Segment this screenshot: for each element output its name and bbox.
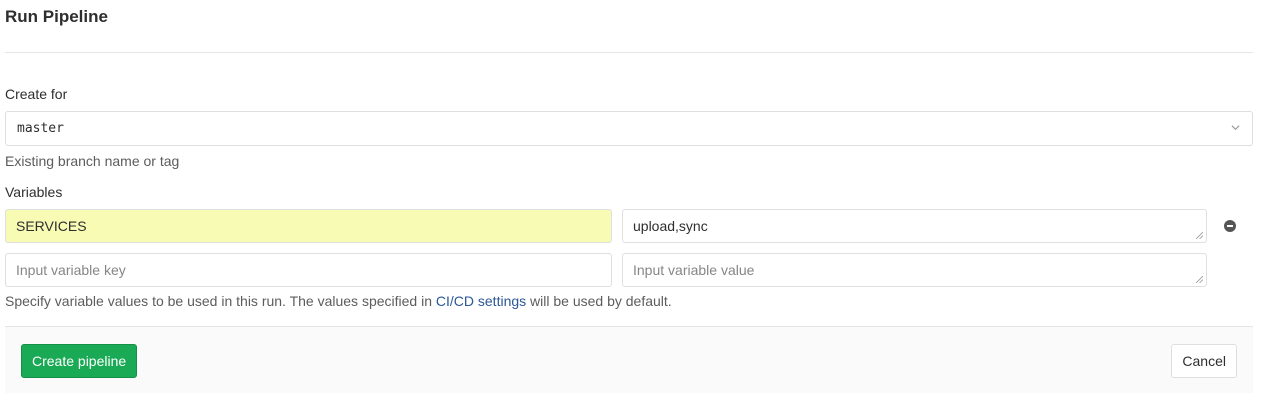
ref-dropdown[interactable]: master bbox=[5, 111, 1253, 146]
header-divider bbox=[5, 52, 1253, 53]
variable-key-input[interactable] bbox=[5, 209, 612, 243]
variables-help-text: Specify variable values to be used in th… bbox=[5, 293, 672, 309]
remove-variable-button[interactable] bbox=[1224, 220, 1236, 232]
cancel-button[interactable]: Cancel bbox=[1171, 344, 1237, 378]
variables-label: Variables bbox=[5, 184, 63, 200]
variable-value-input[interactable]: upload,sync bbox=[622, 209, 1207, 243]
create-pipeline-button[interactable]: Create pipeline bbox=[21, 344, 138, 378]
variables-help-prefix: Specify variable values to be used in th… bbox=[5, 293, 436, 309]
chevron-down-icon bbox=[1231, 125, 1240, 131]
variables-help-suffix: will be used by default. bbox=[526, 293, 672, 309]
page-title: Run Pipeline bbox=[5, 7, 108, 26]
ref-help-text: Existing branch name or tag bbox=[5, 153, 180, 169]
ci-cd-settings-link[interactable]: CI/CD settings bbox=[436, 293, 526, 309]
run-pipeline-page: Run Pipeline Create for master Existing … bbox=[0, 0, 1285, 415]
variable-value-input-empty[interactable] bbox=[622, 253, 1207, 287]
create-for-label: Create for bbox=[5, 86, 68, 102]
variable-key-input-empty[interactable] bbox=[5, 253, 612, 287]
ref-dropdown-value: master bbox=[17, 121, 64, 136]
form-actions: Create pipeline Cancel bbox=[5, 326, 1253, 393]
